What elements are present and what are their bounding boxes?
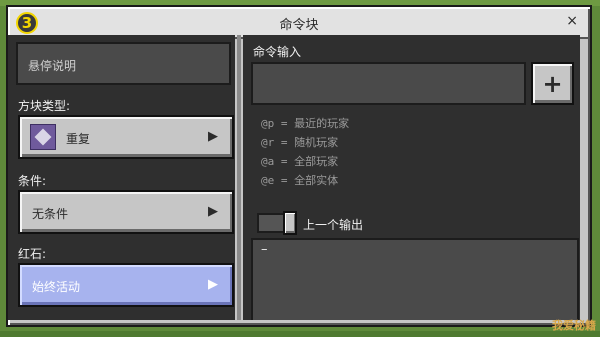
watermark-logo: 我爱秘籍 (552, 319, 596, 332)
chevron-right-icon: ▶ (208, 277, 218, 292)
selector-hint: @r = 随机玩家 (261, 136, 339, 149)
condition-button[interactable]: 无条件 ▶ (18, 190, 234, 234)
repeating-command-block-icon (30, 124, 56, 150)
block-type-value: 重复 (66, 132, 91, 146)
block-type-button[interactable]: 重复 ▶ (18, 115, 234, 159)
command-input[interactable] (251, 62, 526, 105)
condition-label: 条件: (18, 174, 47, 188)
dialog-title: 命令块 (279, 18, 319, 33)
selector-hint: @a = 全部玩家 (261, 155, 339, 168)
add-button[interactable]: + (531, 62, 574, 105)
previous-output-toggle[interactable] (257, 211, 297, 235)
redstone-button[interactable]: 始终活动 ▶ (18, 263, 234, 307)
redstone-label: 红石: (18, 247, 47, 261)
toggle-knob (283, 211, 297, 235)
redstone-value: 始终活动 (32, 280, 81, 294)
hover-note-input[interactable]: 悬停说明 (16, 42, 231, 85)
pane-divider[interactable] (237, 35, 241, 320)
previous-output-label: 上一个输出 (303, 218, 364, 232)
command-input-label: 命令输入 (253, 45, 302, 59)
left-panel: 悬停说明 方块类型: 重复 ▶ 条件: 无条件 ▶ 红石: 始终活动 ▶ (8, 35, 235, 320)
chevron-right-icon: ▶ (208, 204, 218, 219)
selector-hint: @e = 全部实体 (261, 174, 339, 187)
condition-value: 无条件 (32, 207, 69, 221)
block-type-label: 方块类型: (18, 99, 71, 113)
selector-hint: @p = 最近的玩家 (261, 117, 350, 130)
background-bottom (0, 331, 600, 337)
close-icon[interactable]: × (566, 13, 578, 29)
chevron-right-icon: ▶ (208, 129, 218, 144)
previous-output-text: – (251, 238, 579, 320)
right-panel: 命令输入 + @p = 最近的玩家 @r = 随机玩家 @a = 全部玩家 @e… (243, 35, 580, 320)
